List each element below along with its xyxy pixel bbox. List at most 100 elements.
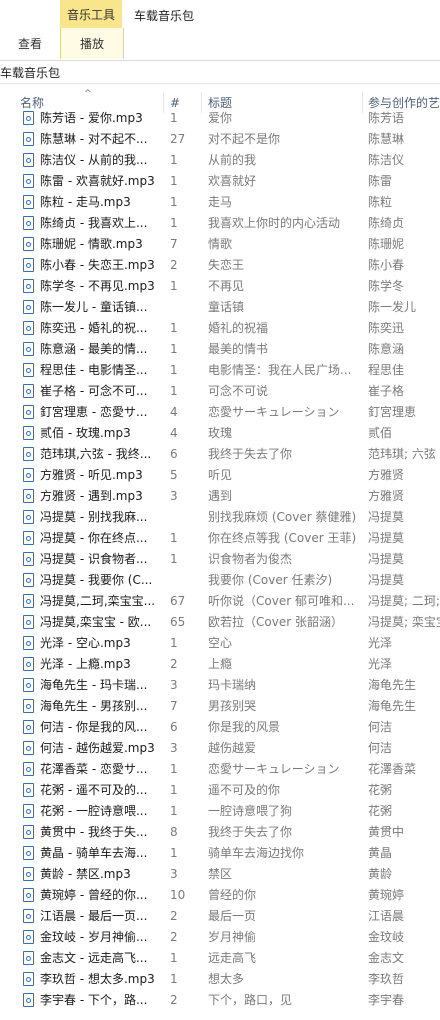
audio-file-icon xyxy=(22,990,36,1011)
file-row[interactable]: 程思佳 - 电影情圣... 1 电影情圣：我在人民广场... 程思佳 xyxy=(0,360,440,381)
track-number: 1 xyxy=(170,531,178,545)
file-name: 陈芳语 - 爱你.mp3 xyxy=(40,111,143,125)
track-number: 1 xyxy=(170,804,178,818)
file-row[interactable]: 冯提莫 - 我要你 (C... 我要你 (Cover 任素汐) 冯提莫 xyxy=(0,570,440,591)
file-row[interactable]: 黄琬婷 - 曾经的你... 10 曾经的你 黄琬婷 xyxy=(0,885,440,906)
file-row[interactable]: 江语晨 - 最后一页... 2 最后一页 江语晨 xyxy=(0,906,440,927)
track-number: 1 xyxy=(170,762,178,776)
track-number xyxy=(170,297,198,318)
file-row[interactable]: 冯提莫,二珂,栾宝宝... 67 听你说（Cover 郁可唯和... 冯提莫; 二珂;… xyxy=(0,591,440,612)
contributing-artist: 贰佰 xyxy=(368,426,393,440)
file-row[interactable]: 陈雷 - 欢喜就好.mp3 1 欢喜就好 陈雷 xyxy=(0,171,440,192)
file-row[interactable]: 陈粒 - 走马.mp3 1 走马 陈粒 xyxy=(0,192,440,213)
song-title: 走马 xyxy=(208,195,233,209)
file-row[interactable]: 黄龄 - 禁区.mp3 3 禁区 黄龄 xyxy=(0,864,440,885)
song-title: 不再见 xyxy=(208,279,245,293)
song-title: 我喜欢上你时的内心活动 xyxy=(208,216,341,230)
file-row[interactable]: 李宇春 - 下个，路... 2 下个，路口，见 李宇春 xyxy=(0,990,440,1011)
file-row[interactable]: 陈绮贞 - 我喜欢上... 1 我喜欢上你时的内心活动 陈绮贞 xyxy=(0,213,440,234)
audio-file-icon xyxy=(22,591,36,612)
file-row[interactable]: 金玟岐 - 岁月神偷... 2 岁月神偷 金玟岐 xyxy=(0,927,440,948)
contributing-artist: 陈芳语 xyxy=(368,111,405,125)
file-row[interactable]: 光泽 - 上瘾.mp3 2 上瘾 光泽 xyxy=(0,654,440,675)
contributing-artist: 黄龄 xyxy=(368,867,393,881)
file-row[interactable]: 方雅贤 - 遇到.mp3 3 遇到 方雅贤 xyxy=(0,486,440,507)
file-row[interactable]: 光泽 - 空心.mp3 1 空心 光泽 xyxy=(0,633,440,654)
file-name: 陈奕迅 - 婚礼的祝... xyxy=(40,321,148,335)
song-title: 一腔诗意喂了狗 xyxy=(208,804,293,818)
tab-view[interactable]: 查看 xyxy=(6,28,54,59)
song-title: 对不起不是你 xyxy=(208,132,281,146)
song-title: 空心 xyxy=(208,636,233,650)
file-row[interactable]: 花粥 - 一腔诗意喂... 1 一腔诗意喂了狗 花粥 xyxy=(0,801,440,822)
file-name: 冯提莫,栾宝宝 - 欧... xyxy=(40,615,152,629)
file-row[interactable]: 崔子格 - 可念不可... 1 可念不可说 崔子格 xyxy=(0,381,440,402)
file-row[interactable]: 海龟先生 - 玛卡瑞... 3 玛卡瑞纳 海龟先生 xyxy=(0,675,440,696)
file-row[interactable]: 陈慧琳 - 对不起不... 27 对不起不是你 陈慧琳 xyxy=(0,129,440,150)
file-name: 范玮琪,六弦 - 我终... xyxy=(40,447,152,461)
file-row[interactable]: 陈洁仪 - 从前的我... 1 从前的我 陈洁仪 xyxy=(0,150,440,171)
file-name: 李玖哲 - 想太多.mp3 xyxy=(40,972,155,986)
file-row[interactable]: 何洁 - 你是我的风... 6 你是我的风景 何洁 xyxy=(0,717,440,738)
file-name: 冯提莫,二珂,栾宝宝... xyxy=(40,594,156,608)
file-row[interactable]: 冯提莫 - 识食物者... 1 识食物者为俊杰 冯提莫 xyxy=(0,549,440,570)
contributing-artist: 金志文 xyxy=(368,951,405,965)
song-title: 最美的情书 xyxy=(208,342,269,356)
track-number: 6 xyxy=(170,447,178,461)
file-name: 何洁 - 你是我的风... xyxy=(40,720,148,734)
file-name: 陈珊妮 - 情歌.mp3 xyxy=(40,237,143,251)
song-title: 岁月神偷 xyxy=(208,930,257,944)
contributing-artist: 陈粒 xyxy=(368,195,393,209)
file-row[interactable]: 李玖哲 - 想太多.mp3 1 想太多 李玖哲 xyxy=(0,969,440,990)
file-row[interactable]: 陈芳语 - 爱你.mp3 1 爱你 陈芳语 xyxy=(0,108,440,129)
contributing-artist: 陈洁仪 xyxy=(368,153,405,167)
contributing-artist: 海龟先生 xyxy=(368,678,417,692)
song-title: 下个，路口，见 xyxy=(208,993,293,1007)
tab-music-tools[interactable]: 音乐工具 xyxy=(60,0,122,28)
file-row[interactable]: 花粥 - 遥不可及的... 1 遥不可及的你 花粥 xyxy=(0,780,440,801)
address-bar[interactable]: 车载音乐包 xyxy=(0,61,440,84)
file-row[interactable]: 陈小春 - 失恋王.mp3 2 失恋王 陈小春 xyxy=(0,255,440,276)
file-row[interactable]: 陈奕迅 - 婚礼的祝... 1 婚礼的祝福 陈奕迅 xyxy=(0,318,440,339)
audio-file-icon xyxy=(22,192,36,213)
tab-play[interactable]: 播放 xyxy=(60,28,124,59)
breadcrumb[interactable]: 车载音乐包 xyxy=(0,64,60,81)
file-row[interactable]: 方雅贤 - 听见.mp3 5 听见 方雅贤 xyxy=(0,465,440,486)
file-row[interactable]: 金志文 - 远走高飞... 1 远走高飞 金志文 xyxy=(0,948,440,969)
file-row[interactable]: 贰佰 - 玫瑰.mp3 4 玫瑰 贰佰 xyxy=(0,423,440,444)
file-name: 江语晨 - 最后一页... xyxy=(40,909,148,923)
file-row[interactable]: 黄晶 - 骑单车去海... 1 骑单车去海边找你 黄晶 xyxy=(0,843,440,864)
file-row[interactable]: 冯提莫 - 你在终点... 1 你在终点等我 (Cover 王菲) 冯提莫 xyxy=(0,528,440,549)
track-number: 4 xyxy=(170,426,178,440)
file-row[interactable]: 陈珊妮 - 情歌.mp3 7 情歌 陈珊妮 xyxy=(0,234,440,255)
file-row[interactable]: 花澤香菜 - 恋愛サ... 1 恋愛サーキュレーション 花澤香菜 xyxy=(0,759,440,780)
contributing-artist: 陈一发儿 xyxy=(368,300,417,314)
file-name: 黄琬婷 - 曾经的你... xyxy=(40,888,148,902)
song-title: 曾经的你 xyxy=(208,888,257,902)
window-title: 车载音乐包 xyxy=(134,9,195,23)
song-title: 我终于失去了你 xyxy=(208,825,293,839)
track-number: 7 xyxy=(170,699,178,713)
file-row[interactable]: 陈学冬 - 不再见.mp3 1 不再见 陈学冬 xyxy=(0,276,440,297)
file-row[interactable]: 冯提莫,栾宝宝 - 欧... 65 欧若拉（Cover 张韶涵） 冯提莫; 栾宝宝 xyxy=(0,612,440,633)
file-row[interactable]: 陈一发儿 - 童话镇... 童话镇 陈一发儿 xyxy=(0,297,440,318)
file-row[interactable]: 釘宮理恵 - 恋愛サ... 4 恋愛サーキュレーション 釘宮理恵 xyxy=(0,402,440,423)
contributing-artist: 程思佳 xyxy=(368,363,405,377)
track-number: 1 xyxy=(170,279,178,293)
file-row[interactable]: 冯提莫 - 别找我麻... 别找我麻烦 (Cover 蔡健雅) 冯提莫 xyxy=(0,507,440,528)
song-title: 欢喜就好 xyxy=(208,174,257,188)
song-title: 欧若拉（Cover 张韶涵） xyxy=(208,615,343,629)
file-name: 釘宮理恵 - 恋愛サ... xyxy=(40,405,148,419)
file-name: 海龟先生 - 男孩别... xyxy=(40,699,148,713)
file-row[interactable]: 黄贯中 - 我终于失... 8 我终于失去了你 黄贯中 xyxy=(0,822,440,843)
song-title: 识食物者为俊杰 xyxy=(208,552,293,566)
song-title: 想太多 xyxy=(208,972,245,986)
file-row[interactable]: 海龟先生 - 男孩别... 7 男孩别哭 海龟先生 xyxy=(0,696,440,717)
audio-file-icon xyxy=(22,234,36,255)
file-row[interactable]: 范玮琪,六弦 - 我终... 6 我终于失去了你 范玮琪; 六弦 xyxy=(0,444,440,465)
file-row[interactable]: 陈意涵 - 最美的情... 1 最美的情书 陈意涵 xyxy=(0,339,440,360)
track-number xyxy=(170,570,198,591)
file-row[interactable]: 何洁 - 越伤越爱.mp3 3 越伤越爱 何洁 xyxy=(0,738,440,759)
file-list[interactable]: 陈芳语 - 爱你.mp3 1 爱你 陈芳语 陈慧琳 - 对不起不... 27 对不起不是你陈… xyxy=(0,108,440,1020)
track-number: 1 xyxy=(170,783,178,797)
